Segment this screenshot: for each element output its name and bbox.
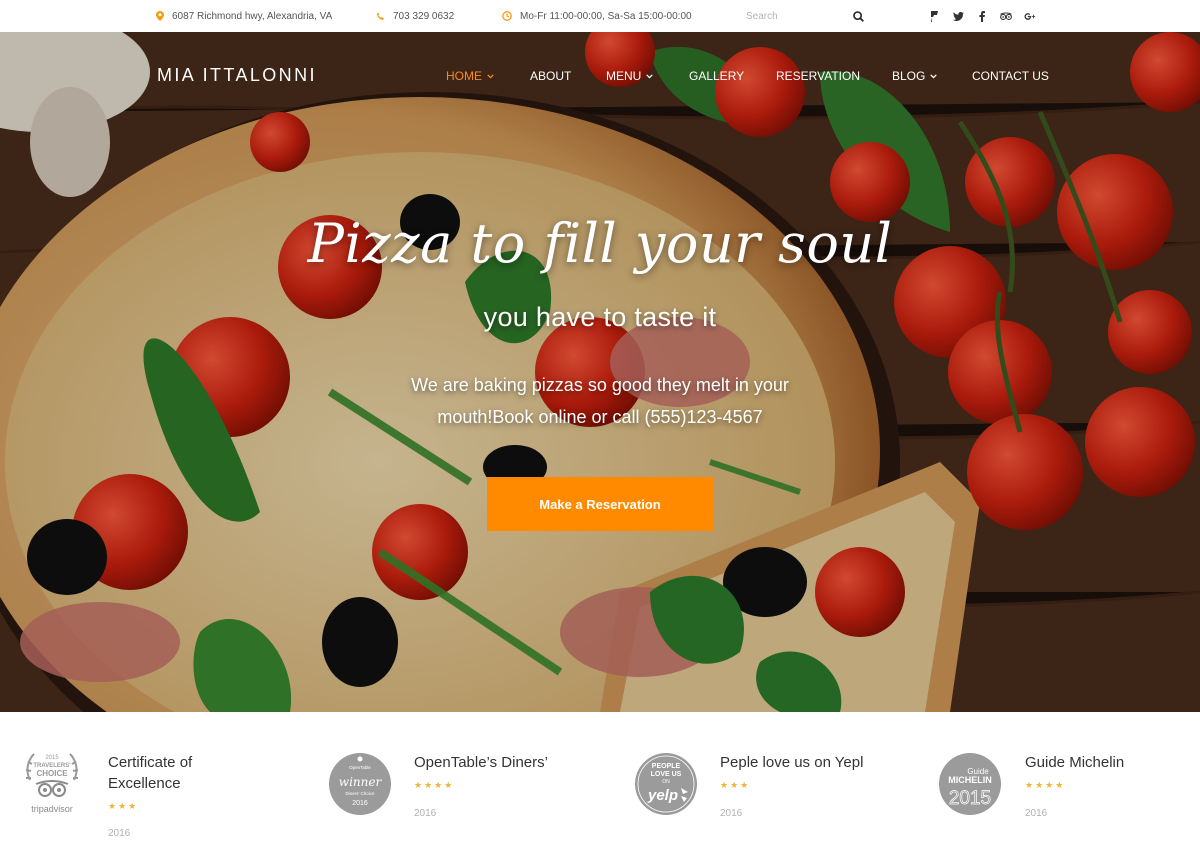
- award-stars: ★★★: [720, 780, 751, 790]
- award-year: 2016: [1025, 808, 1048, 819]
- top-info-bar: 6087 Richmond hwy, Alexandria, VA 703 32…: [0, 0, 1200, 32]
- search-icon[interactable]: [848, 10, 868, 22]
- tripadvisor-badge-icon: 2015 TRAVELERS' CHOICE tripadvisor: [25, 753, 79, 814]
- map-pin-icon: [156, 11, 164, 21]
- badge-text: tripadvisor: [31, 804, 73, 814]
- award-year: 2016: [414, 808, 437, 819]
- award-year: 2016: [108, 828, 131, 839]
- chevron-down-icon: [487, 73, 494, 79]
- search-input[interactable]: [740, 10, 848, 22]
- award-stars: ★★★★: [414, 780, 455, 790]
- award-title: Peple love us on Yepl: [720, 752, 900, 773]
- nav-item-gallery[interactable]: GALLERY: [689, 69, 744, 83]
- nav-item-label: MENU: [606, 69, 642, 83]
- nav-item-label: BLOG: [892, 69, 926, 83]
- opentable-badge-icon: OpenTable winner Diners' Choice 2016: [329, 753, 391, 815]
- nav-item-label: GALLERY: [689, 69, 745, 83]
- make-reservation-button[interactable]: Make a Reservation: [487, 477, 713, 531]
- social-links: [928, 0, 1036, 32]
- nav-item-label: HOME: [446, 69, 482, 83]
- hero-subheadline: you have to taste it: [483, 302, 717, 332]
- chevron-down-icon: [930, 73, 938, 79]
- badge-text: CHOICE: [36, 769, 68, 778]
- award-stars: ★★★★: [1025, 780, 1066, 790]
- hero-headline: Pizza to fill your soul: [307, 212, 893, 275]
- badge-text: MICHELIN: [948, 775, 992, 785]
- hero-section: MIA ITTALONNI HOME ABOUT MENU GALLERY RE…: [0, 32, 1200, 712]
- nav-item-home[interactable]: HOME: [446, 69, 494, 83]
- badge-text: 2015: [45, 755, 59, 761]
- search-box: [740, 5, 872, 27]
- twitter-icon[interactable]: [952, 10, 964, 22]
- award-title-line: Peple love us on Yepl: [720, 754, 864, 771]
- chevron-down-icon: [646, 73, 654, 79]
- tripadvisor-icon[interactable]: [1000, 10, 1012, 22]
- award-title: OpenTable’s Diners’: [414, 752, 594, 773]
- award-stars: ★★★: [108, 801, 139, 811]
- badge-text: 2015: [949, 788, 991, 809]
- yelp-badge-icon: PEOPLE LOVE US ON yelp: [635, 753, 697, 815]
- address-info: 6087 Richmond hwy, Alexandria, VA: [156, 0, 332, 32]
- hero-description-line: mouth!Book online or call (555)123-4567: [437, 407, 763, 427]
- badge-text: winner: [339, 775, 383, 789]
- badge-text: yelp: [647, 787, 678, 804]
- hours-info: Mo-Fr 11:00-00:00, Sa-Sa 15:00-00:00: [502, 0, 692, 32]
- phone-text: 703 329 0632: [393, 10, 455, 22]
- badge-text: OpenTable: [349, 765, 371, 770]
- google-plus-icon[interactable]: [1024, 10, 1036, 22]
- hero-description-line: We are baking pizzas so good they melt i…: [411, 375, 789, 395]
- clock-icon: [502, 11, 512, 21]
- hours-text: Mo-Fr 11:00-00:00, Sa-Sa 15:00-00:00: [520, 10, 692, 22]
- nav-item-blog[interactable]: BLOG: [892, 69, 938, 83]
- nav-item-reservation[interactable]: RESERVATION: [776, 69, 860, 83]
- award-title-line: OpenTable’s Diners’: [414, 754, 548, 771]
- badge-text: Diners' Choice: [345, 791, 375, 796]
- michelin-badge-icon: Guide MICHELIN 2015: [939, 753, 1001, 815]
- award-title-line: Certificate of: [108, 754, 193, 771]
- nav-item-label: CONTACT US: [972, 69, 1049, 83]
- nav-item-about[interactable]: ABOUT: [530, 69, 571, 83]
- badge-text: ON: [662, 779, 670, 785]
- nav-item-contact-us[interactable]: CONTACT US: [972, 69, 1049, 83]
- phone-icon: [376, 11, 385, 21]
- badge-text: LOVE US: [651, 771, 682, 778]
- nav-item-label: RESERVATION: [776, 69, 861, 83]
- badge-text: 2016: [352, 800, 368, 807]
- nav-item-menu[interactable]: MENU: [606, 69, 654, 83]
- nav-item-label: ABOUT: [530, 69, 572, 83]
- address-text: 6087 Richmond hwy, Alexandria, VA: [172, 10, 333, 22]
- award-year: 2016: [720, 808, 743, 819]
- phone-info: 703 329 0632: [376, 0, 454, 32]
- award-title: Guide Michelin: [1025, 752, 1200, 773]
- awards-section: 2015 TRAVELERS' CHOICE tripadvisor Certi…: [0, 712, 1200, 843]
- main-nav: HOME ABOUT MENU GALLERY RESERVATION BLOG…: [0, 69, 1200, 85]
- award-title-line: Guide Michelin: [1025, 754, 1125, 771]
- badge-text: PEOPLE: [652, 763, 681, 770]
- foursquare-icon[interactable]: [928, 10, 940, 22]
- facebook-icon[interactable]: [976, 10, 988, 22]
- award-title: Certificate of Excellence: [108, 752, 288, 794]
- hero-description: We are baking pizzas so good they melt i…: [350, 369, 850, 433]
- award-title-line: Excellence: [108, 775, 181, 792]
